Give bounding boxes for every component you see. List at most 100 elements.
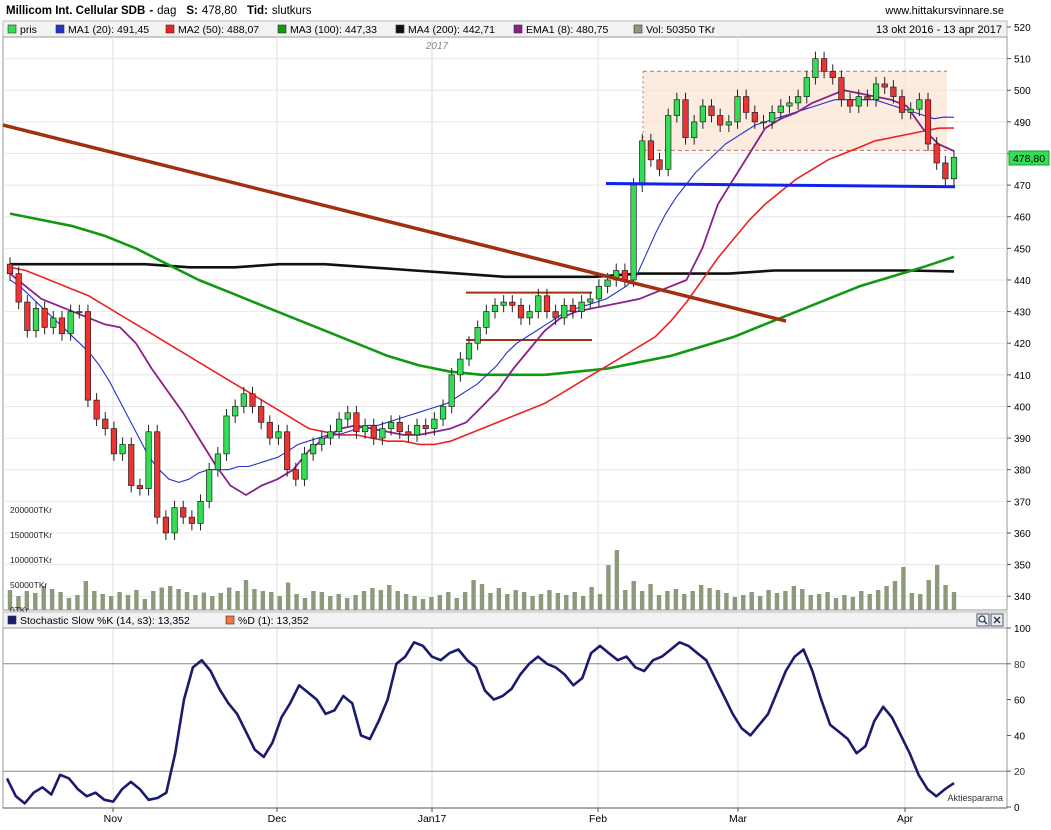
- x-tick-label: Apr: [897, 813, 914, 825]
- settings-icon[interactable]: [990, 613, 1004, 627]
- stoch-legend-label: %D (1): 13,352: [238, 615, 309, 627]
- legend-label: MA3 (100): 447,33: [290, 24, 377, 36]
- candle-body: [881, 83, 888, 88]
- candle-body: [517, 304, 525, 319]
- candle-body: [846, 99, 854, 107]
- volume-bar: [943, 585, 948, 610]
- candle-body: [872, 83, 880, 101]
- zoom-icon[interactable]: [976, 613, 990, 627]
- candle-body: [717, 115, 724, 126]
- candle-body: [50, 317, 57, 328]
- price-tick-label: 510: [1014, 55, 1031, 66]
- volume-bar: [909, 593, 915, 610]
- candle-body: [907, 108, 914, 113]
- volume-bar: [319, 592, 325, 610]
- candle-body: [561, 304, 568, 319]
- volume-bar: [555, 593, 561, 610]
- volume-bar: [454, 598, 459, 610]
- candle-body: [543, 295, 551, 312]
- price-tick-label: 490: [1014, 118, 1031, 129]
- candle-body: [656, 159, 663, 170]
- volume-bar: [201, 592, 207, 610]
- price-tick-label: 410: [1014, 371, 1031, 382]
- candle-body: [370, 425, 377, 439]
- candle-body: [535, 295, 542, 312]
- volume-bar: [260, 591, 266, 610]
- candle-body: [171, 507, 178, 534]
- volume-bar: [108, 596, 114, 610]
- candle-body: [136, 485, 144, 490]
- volume-bar: [580, 596, 586, 610]
- stoch-tick-label: 100: [1014, 624, 1031, 635]
- volume-bar: [226, 587, 232, 610]
- candle-body: [838, 77, 845, 101]
- volume-bar: [766, 590, 771, 610]
- volume-bar: [749, 592, 754, 610]
- price-tick-label: 440: [1014, 276, 1031, 287]
- candle-body: [855, 96, 862, 107]
- volume-bar: [648, 584, 653, 610]
- price-tick-label: 470: [1014, 181, 1031, 192]
- site-url[interactable]: www.hittakursvinnare.se: [884, 5, 1004, 17]
- volume-bar: [361, 591, 367, 610]
- candle-body: [491, 304, 499, 312]
- volume-bar: [614, 550, 620, 610]
- candle-body: [284, 431, 291, 471]
- volume-bar: [378, 590, 384, 610]
- volume-bar: [462, 592, 468, 610]
- volume-bar: [235, 591, 240, 610]
- volume-bar: [471, 580, 476, 610]
- volume-bar: [184, 592, 190, 610]
- candle-body: [344, 412, 351, 420]
- stoch-legend: Stochastic Slow %K (14, s3): 13,352 %D (1…: [7, 615, 309, 627]
- candle-body: [327, 431, 334, 439]
- volume-bar: [210, 596, 215, 610]
- volume-bar: [589, 587, 594, 610]
- candle-body: [110, 428, 118, 455]
- candle-body: [258, 406, 265, 423]
- volume-bar: [597, 594, 603, 610]
- candle-body: [673, 99, 680, 116]
- price-tick-label: 450: [1014, 244, 1031, 255]
- candle-body: [439, 406, 447, 420]
- stoch-legend-swatch: [225, 615, 235, 625]
- volume-bar: [387, 585, 392, 610]
- candle-body: [336, 418, 343, 433]
- x-tick-label: Jan17: [418, 813, 447, 825]
- candle-body: [864, 96, 871, 101]
- volume-bar: [859, 591, 864, 610]
- candle-body: [396, 421, 403, 433]
- legend-label: EMA1 (8): 480,75: [526, 24, 608, 36]
- volume-bar: [429, 597, 434, 610]
- volume-bar: [791, 586, 797, 610]
- volume-bar: [875, 590, 881, 610]
- legend-label: Vol: 50350 TKr: [646, 24, 716, 36]
- candle-body: [353, 412, 360, 433]
- candle-body: [448, 374, 455, 407]
- candle-body: [154, 431, 161, 518]
- volume-bar: [918, 594, 923, 610]
- candle-body: [777, 105, 784, 113]
- candle-body: [743, 96, 750, 113]
- volume-bar: [83, 581, 89, 610]
- candle-body: [387, 421, 395, 429]
- volume-bar: [336, 594, 341, 610]
- legend-swatch: [513, 24, 523, 34]
- volume-bar: [353, 595, 358, 610]
- volume-bar: [547, 590, 552, 610]
- price-tick-label: 520: [1014, 23, 1031, 34]
- legend-label: MA4 (200): 442,71: [408, 24, 495, 36]
- price-tick-label: 500: [1014, 86, 1031, 97]
- candle-body: [93, 399, 100, 420]
- volume-bar: [75, 595, 80, 610]
- candle-body: [41, 308, 48, 328]
- legend-swatch: [55, 24, 65, 34]
- volume-bar: [285, 582, 291, 610]
- volume-bar: [631, 581, 636, 610]
- volume-tick-label: 150000TKr: [10, 530, 52, 540]
- candle-body: [769, 112, 776, 123]
- price-tick-label: 400: [1014, 402, 1031, 413]
- volume-bar: [732, 597, 738, 610]
- candle-body: [587, 298, 594, 303]
- volume-bar: [125, 595, 131, 610]
